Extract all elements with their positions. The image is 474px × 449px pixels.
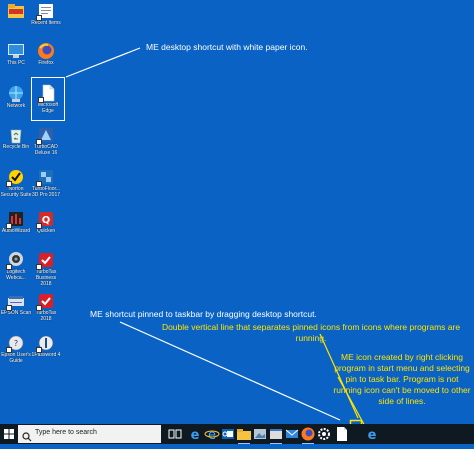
desktop-icon-label: TurboTax Business 2018 — [35, 269, 57, 287]
desktop-icon-label: Recycle Bin — [2, 144, 30, 150]
desktop-icon-label: AudioWizard — [1, 228, 31, 234]
epson-guide-icon: ? — [6, 334, 25, 353]
desktop-icon-label: 1Password 4 — [31, 352, 61, 358]
quicken-icon: Q — [36, 210, 55, 229]
edge-icon[interactable]: e — [187, 426, 203, 443]
desktop-icon-network[interactable]: Network — [0, 85, 32, 109]
recycle-bin-icon — [7, 126, 25, 144]
annotation-me-icon: ME icon created by right clicking progra… — [333, 352, 471, 406]
desktop-icon-epson-guide[interactable]: ? Epson User's Guide — [0, 334, 32, 364]
desktop-icon-label: Quicken — [36, 228, 56, 234]
desktop-icon-logitech[interactable]: Logitech Webca... — [0, 251, 32, 281]
turbotax-icon — [36, 292, 55, 311]
desktop-icon-label: Firefox — [38, 60, 54, 66]
mail-icon[interactable] — [284, 426, 300, 442]
photos-icon[interactable] — [252, 426, 268, 442]
annotation-desktop-shortcut: ME desktop shortcut with white paper ico… — [146, 42, 308, 52]
desktop-icon-label: Logitech Webca... — [6, 269, 26, 281]
annotation-double-line: Double vertical line that separates pinn… — [161, 322, 461, 343]
edge-paper-icon — [38, 84, 57, 103]
task-view-icon[interactable] — [167, 426, 183, 442]
svg-text:e: e — [191, 428, 200, 442]
desktop-icon-label: Epson User's Guide — [1, 352, 31, 364]
1password-icon — [36, 334, 55, 353]
desktop-icon-label: EPSON Scan — [0, 310, 32, 316]
internet-explorer-icon[interactable]: e — [204, 426, 220, 443]
window-icon[interactable] — [268, 426, 284, 444]
start-button[interactable] — [0, 424, 18, 444]
desktop-icon-turbocad[interactable]: TurboCAD Deluxe 16 — [30, 126, 62, 156]
desktop-icon-recent-items[interactable]: Recent Items — [30, 2, 62, 26]
annotation-pinned-shortcut: ME shortcut pinned to taskbar by draggin… — [90, 309, 317, 319]
desktop-icon-label: Recent Items — [31, 20, 61, 26]
search-icon — [22, 429, 32, 447]
desktop-icon-turbotax-2018[interactable]: TurboTax 2018 — [30, 292, 62, 322]
desktop-icon-epson-scan[interactable]: EPSON Scan — [0, 292, 32, 316]
desktop-icon-turbotax-business[interactable]: TurboTax Business 2018 — [30, 251, 62, 287]
desktop-icon-quicken[interactable]: Q Quicken — [30, 210, 62, 234]
edge-paper-icon[interactable] — [334, 426, 350, 442]
outlook-icon[interactable] — [220, 426, 236, 442]
firefox-icon[interactable] — [300, 426, 316, 444]
windows-logo-icon — [4, 429, 14, 439]
desktop-icon-microsoft-edge[interactable]: Microsoft Edge — [32, 84, 64, 114]
recent-items-icon — [36, 2, 55, 21]
svg-text:e: e — [368, 428, 377, 442]
desktop-icon-label: TurboCAD Deluxe 16 — [34, 144, 58, 156]
desktop-icon[interactable] — [0, 2, 32, 20]
desktop-icon-1password[interactable]: 1Password 4 — [30, 334, 62, 358]
norton-icon — [6, 168, 25, 187]
desktop-icon-label: Network — [6, 103, 26, 109]
svg-text:e: e — [208, 428, 216, 442]
desktop-icon-firefox[interactable]: Firefox — [30, 42, 62, 66]
desktop-icon-norton[interactable]: Norton Security Suite — [0, 168, 32, 198]
folder-icon[interactable] — [236, 426, 252, 444]
network-icon — [7, 85, 25, 103]
settings-icon[interactable] — [316, 426, 332, 442]
desktop-icon-audiowizard[interactable]: AudioWizard — [0, 210, 32, 234]
search-placeholder: Type here to search — [35, 429, 97, 436]
desktop-icon-recycle-bin[interactable]: Recycle Bin — [0, 126, 32, 150]
desktop-icon-label: Microsoft Edge — [37, 102, 59, 114]
folder-icon — [7, 2, 25, 20]
desktop-icon-this-pc[interactable]: This PC — [0, 42, 32, 66]
desktop-icon-label: TurboTax 2018 — [35, 310, 57, 322]
svg-text:?: ? — [14, 339, 18, 348]
svg-text:Q: Q — [42, 215, 51, 226]
computer-icon — [7, 42, 25, 60]
firefox-icon — [37, 42, 55, 60]
taskbar: Type here to search e e e — [0, 424, 474, 444]
desktop-icon-turbofloor[interactable]: TurboFloor... 3D Pro 2017 — [30, 168, 62, 198]
desktop-icon-label: Norton Security Suite — [0, 186, 32, 198]
epson-scan-icon — [6, 292, 25, 311]
turbocad-icon — [36, 126, 55, 145]
desktop-icon-label: This PC — [7, 60, 25, 66]
turbofloor-icon — [36, 168, 55, 187]
edge-icon[interactable]: e — [364, 426, 380, 443]
turbotax-icon — [36, 251, 55, 270]
desktop-icon-label: TurboFloor... 3D Pro 2017 — [31, 186, 61, 198]
webcam-icon — [6, 251, 25, 270]
taskbar-search-box[interactable]: Type here to search — [18, 425, 161, 443]
audiowizard-icon — [6, 210, 25, 229]
